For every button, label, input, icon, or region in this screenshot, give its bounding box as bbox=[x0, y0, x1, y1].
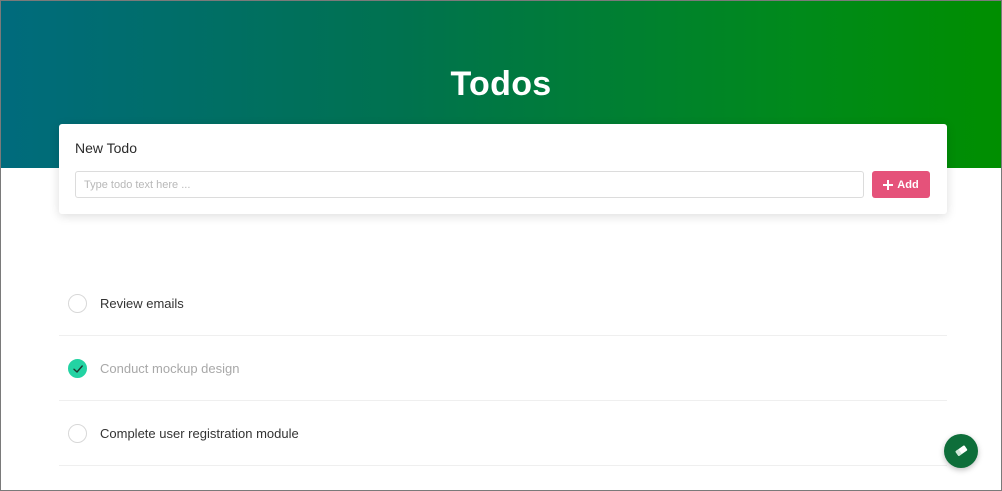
add-button[interactable]: Add bbox=[872, 171, 930, 198]
plus-icon bbox=[883, 179, 894, 190]
todo-item: Complete user registration module bbox=[59, 401, 947, 466]
todo-list: Review emails Conduct mockup design Comp… bbox=[59, 271, 947, 466]
clear-completed-button[interactable] bbox=[944, 434, 978, 468]
todo-checkbox[interactable] bbox=[68, 293, 87, 313]
new-todo-card: New Todo Add bbox=[59, 124, 947, 214]
todo-checkbox-checked[interactable] bbox=[68, 358, 87, 378]
todo-item: Conduct mockup design bbox=[59, 336, 947, 401]
todo-text: Complete user registration module bbox=[100, 425, 299, 441]
app-window: Todos New Todo Add Review emails Conduct… bbox=[0, 0, 1002, 491]
todo-checkbox[interactable] bbox=[68, 423, 87, 443]
todo-item: Review emails bbox=[59, 271, 947, 336]
page-title: Todos bbox=[450, 65, 552, 103]
eraser-icon bbox=[955, 445, 968, 456]
add-button-label: Add bbox=[897, 178, 919, 191]
todo-text-input[interactable] bbox=[75, 171, 864, 198]
todo-text: Conduct mockup design bbox=[100, 360, 240, 376]
check-icon bbox=[73, 364, 83, 373]
new-todo-title: New Todo bbox=[75, 140, 138, 156]
todo-text: Review emails bbox=[100, 295, 184, 311]
